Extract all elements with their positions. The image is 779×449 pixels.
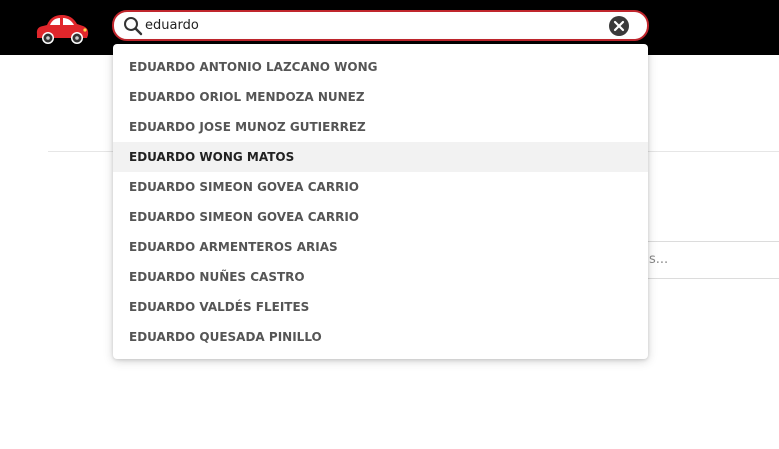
suggestion-item[interactable]: EDUARDO SIMEON GOVEA CARRIO (113, 202, 648, 232)
suggestion-item[interactable]: EDUARDO WONG MATOS (113, 142, 648, 172)
suggestion-item[interactable]: EDUARDO ARMENTEROS ARIAS (113, 232, 648, 262)
search-input[interactable] (145, 15, 605, 37)
background-field-placeholder: s... (649, 252, 669, 267)
search-suggestions-dropdown: EDUARDO ANTONIO LAZCANO WONG EDUARDO ORIO… (113, 44, 648, 359)
suggestion-item[interactable]: EDUARDO SIMEON GOVEA CARRIO (113, 172, 648, 202)
suggestion-item[interactable]: EDUARDO ORIOL MENDOZA NUNEZ (113, 82, 648, 112)
suggestion-item[interactable]: EDUARDO VALDÉS FLEITES (113, 292, 648, 322)
suggestion-item[interactable]: EDUARDO NUÑES CASTRO (113, 262, 648, 292)
suggestion-item[interactable]: EDUARDO JOSE MUNOZ GUTIERREZ (113, 112, 648, 142)
suggestion-item[interactable]: EDUARDO ANTONIO LAZCANO WONG (113, 52, 648, 82)
close-circle-icon[interactable] (608, 15, 630, 37)
red-car-icon[interactable] (33, 10, 91, 46)
suggestion-item[interactable]: EDUARDO QUESADA PINILLO (113, 322, 648, 352)
search-bar (112, 10, 649, 41)
search-icon[interactable] (123, 16, 143, 36)
